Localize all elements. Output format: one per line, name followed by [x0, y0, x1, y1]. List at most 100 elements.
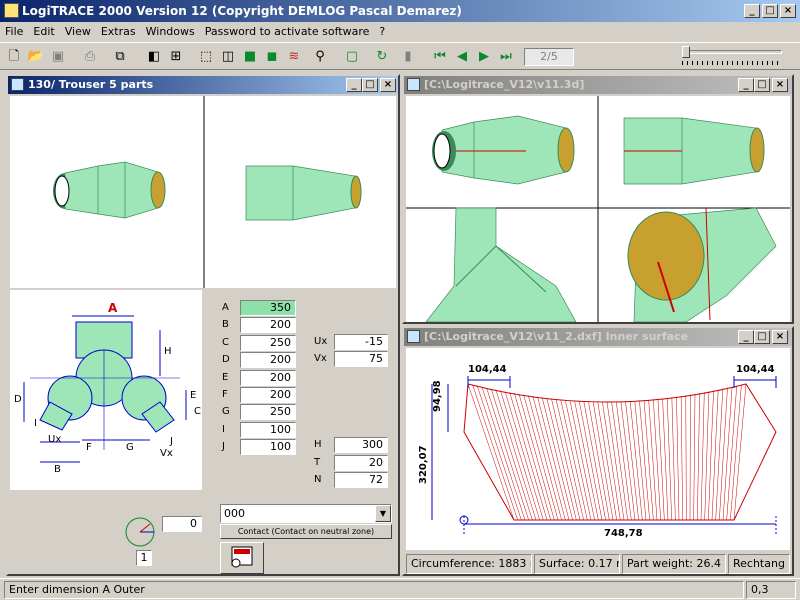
contact-select[interactable]: 000 ▼ [220, 504, 392, 523]
tree-icon[interactable]: ⚲ [310, 47, 330, 67]
minimize-button[interactable]: _ [738, 78, 754, 92]
dimension-input-f[interactable]: 200 [240, 387, 296, 403]
diagram-label-j: J [170, 436, 173, 447]
dxf-window-title: [C:\Logitrace_V12\v11_2.dxf] Inner surfa… [424, 330, 689, 343]
colors-icon[interactable]: ≋ [284, 47, 304, 67]
view3d-viewport[interactable] [406, 96, 790, 323]
offset-label-vx: Vx [314, 353, 327, 364]
maximize-button[interactable]: □ [762, 4, 778, 18]
menu-extras[interactable]: Extras [96, 22, 141, 42]
apply-button[interactable] [220, 542, 264, 574]
dxf-dim-top-right: 104,44 [736, 364, 775, 375]
dimension-input-c[interactable]: 250 [240, 334, 296, 351]
menu-password[interactable]: Password to activate software [200, 22, 375, 42]
diagram-label-ux: Ux [48, 434, 62, 445]
dxf-flat-pattern [431, 376, 777, 534]
minimize-button[interactable]: _ [738, 330, 754, 344]
dxf-window: [C:\Logitrace_V12\v11_2.dxf] Inner surfa… [402, 326, 794, 576]
hidden-line-icon[interactable]: ◫ [218, 47, 238, 67]
trouser-window-title-bar: 130/ Trouser 5 parts _ □ × [8, 76, 398, 94]
dimension-label-i: I [222, 423, 225, 435]
view3d-graphic [406, 96, 790, 323]
menu-view[interactable]: View [60, 22, 96, 42]
dimension-input-d[interactable]: 200 [240, 352, 296, 369]
dimension-label-j: J [222, 441, 225, 453]
first-page-icon[interactable]: ⏮ [430, 47, 450, 67]
close-button[interactable]: × [380, 78, 396, 92]
frame-icon[interactable]: ▢ [342, 47, 362, 67]
menu-edit[interactable]: Edit [28, 22, 59, 42]
status-bar: Enter dimension A Outer 0,3 [0, 578, 800, 600]
extra-dim-label-t: T [314, 456, 321, 468]
solid-icon[interactable]: ◼ [262, 47, 282, 67]
dxf-viewport[interactable]: 104,44 104,44 94,98 320,07 748,78 [406, 348, 790, 550]
copy-icon[interactable]: ⧉ [110, 47, 130, 67]
dimension-input-i[interactable]: 100 [240, 421, 296, 438]
dxf-dim-width: 748,78 [604, 528, 643, 539]
offset-input-ux[interactable]: -15 [334, 334, 388, 350]
close-button[interactable]: × [772, 330, 788, 344]
trouser-3d-preview[interactable] [10, 96, 396, 288]
dimension-label-d: D [222, 354, 230, 366]
close-button[interactable]: × [772, 78, 788, 92]
contact-button[interactable]: Contact (Contact on neutral zone) [220, 524, 392, 539]
quad-view-icon[interactable]: ⊞ [166, 47, 186, 67]
menu-windows[interactable]: Windows [141, 22, 200, 42]
dimension-input-g[interactable]: 250 [240, 404, 296, 421]
app-icon [4, 3, 19, 18]
dimension-input-j[interactable]: 100 [240, 439, 296, 456]
dimension-input-e[interactable]: 200 [240, 369, 296, 386]
info-icon[interactable]: ▮ [398, 47, 418, 67]
dimension-label-e: E [222, 371, 229, 383]
last-page-icon[interactable]: ⏭ [496, 47, 516, 67]
view3d-window-title-bar: [C:\Logitrace_V12\v11.3d] _ □ × [404, 76, 792, 94]
maximize-button[interactable]: □ [362, 78, 378, 92]
view3d-top [425, 207, 577, 323]
extra-dim-input-n[interactable]: 72 [334, 472, 388, 489]
open-folder-icon[interactable]: 📂 [26, 47, 46, 67]
dropdown-arrow-icon[interactable]: ▼ [375, 505, 391, 522]
window-icon [407, 330, 420, 343]
minimize-button[interactable]: _ [346, 78, 362, 92]
view3d-front [432, 115, 575, 185]
angle-input[interactable]: 0 [162, 516, 202, 532]
new-file-icon[interactable]: 🗋 [4, 47, 24, 67]
menu-file[interactable]: File [0, 22, 28, 42]
diagram-label-d: D [14, 394, 22, 405]
diagram-label-e: E [190, 390, 197, 401]
close-button[interactable]: × [780, 4, 796, 18]
dimension-label-f: F [222, 389, 228, 400]
offset-input-vx[interactable]: 75 [334, 351, 388, 367]
maximize-button[interactable]: □ [754, 330, 770, 344]
save-icon[interactable]: ▣ [48, 47, 68, 67]
minimize-button[interactable]: _ [744, 4, 760, 18]
dxf-circumference: Circumference: 1883 mm [406, 554, 532, 574]
next-page-icon[interactable]: ▶ [474, 47, 494, 67]
print-icon[interactable]: ⎙ [80, 47, 100, 67]
maximize-button[interactable]: □ [754, 78, 770, 92]
diagram-label-g: G [126, 442, 134, 453]
extra-dim-label-n: N [314, 474, 322, 486]
zoom-slider[interactable] [682, 46, 782, 68]
rotate-icon[interactable]: ↻ [372, 47, 392, 67]
dimension-diagram: A H D E C I Ux F G Vx J B [10, 290, 202, 490]
view3d-window: [C:\Logitrace_V12\v11.3d] _ □ × [402, 74, 794, 324]
single-view-icon[interactable]: ◧ [144, 47, 164, 67]
dimension-input-b[interactable]: 200 [240, 317, 296, 334]
shaded-icon[interactable]: ■ [240, 47, 260, 67]
wireframe-icon[interactable]: ⬚ [196, 47, 216, 67]
pipe-side-view [245, 165, 362, 221]
angle-count[interactable]: 1 [136, 550, 152, 566]
dxf-shape: Rechtang [728, 554, 790, 574]
dimension-input-a[interactable]: 350 [240, 300, 296, 316]
calculator-icon [231, 546, 253, 568]
toolbar: 🗋 📂 ▣ ⎙ ⧉ ◧ ⊞ ⬚ ◫ ■ ◼ ≋ ⚲ ▢ ↻ ▮ ⏮ ◀ ▶ ⏭ … [0, 42, 800, 70]
pipe-front-view [53, 161, 166, 219]
extra-dim-input-t[interactable]: 20 [334, 454, 388, 471]
menu-help[interactable]: ? [374, 22, 390, 42]
extra-dim-input-h[interactable]: 300 [334, 437, 388, 453]
diagram-label-h: H [164, 346, 172, 357]
dimension-label-g: G [222, 406, 230, 418]
prev-page-icon[interactable]: ◀ [452, 47, 472, 67]
contact-select-value: 000 [224, 507, 245, 520]
